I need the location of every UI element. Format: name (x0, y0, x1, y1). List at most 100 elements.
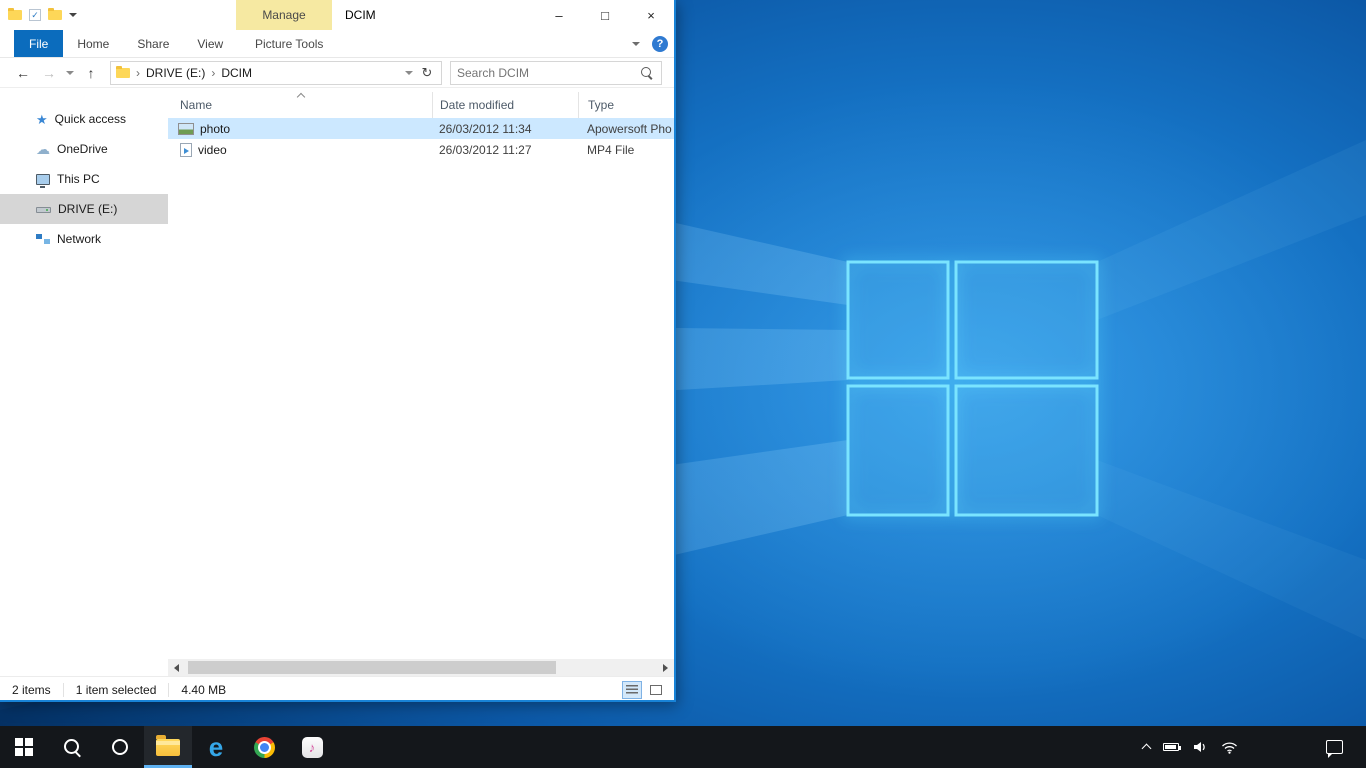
search-icon (62, 737, 82, 757)
battery-icon[interactable] (1163, 743, 1179, 751)
column-header-date-modified[interactable]: Date modified (432, 92, 578, 118)
properties-button[interactable]: ✓ (29, 9, 41, 21)
up-button[interactable]: ↑ (78, 65, 104, 81)
tab-home[interactable]: Home (63, 30, 123, 57)
selection-size: 4.40 MB (169, 683, 238, 697)
action-center-button[interactable] (1314, 726, 1354, 768)
sidebar-item-label: Network (57, 232, 101, 246)
sidebar-item-quick-access[interactable]: ★ Quick access (0, 104, 168, 134)
file-list-empty-area[interactable] (168, 160, 674, 659)
sidebar-item-label: This PC (57, 172, 100, 186)
file-list: Name Date modified Type photo 26/03/2012… (168, 88, 674, 676)
window-title: DCIM (345, 0, 376, 30)
sidebar-item-this-pc[interactable]: This PC (0, 164, 168, 194)
drive-icon (36, 207, 51, 213)
breadcrumb-drive[interactable]: DRIVE (E:) (146, 66, 205, 80)
search-icon (639, 65, 655, 81)
file-type: MP4 File (578, 143, 674, 157)
file-row-video[interactable]: video 26/03/2012 11:27 MP4 File (168, 139, 674, 160)
chrome-icon (254, 737, 275, 758)
large-icons-view-icon (650, 685, 662, 695)
cortana-button[interactable] (96, 726, 144, 768)
refresh-button[interactable]: ↻ (417, 65, 437, 81)
taskbar-search-button[interactable] (48, 726, 96, 768)
file-explorer-window: ✓ Manage DCIM – □ × File Home Share View… (0, 0, 676, 702)
sidebar-item-label: DRIVE (E:) (58, 202, 117, 216)
file-row-photo[interactable]: photo 26/03/2012 11:34 Apowersoft Pho (168, 118, 674, 139)
location-folder-icon (116, 68, 130, 78)
quick-access-toolbar: ✓ (8, 9, 77, 21)
breadcrumb-separator: › (211, 66, 215, 80)
status-bar: 2 items 1 item selected 4.40 MB (0, 676, 674, 702)
start-button[interactable] (0, 726, 48, 768)
address-dropdown-chevron-icon[interactable] (405, 71, 413, 75)
address-toolbar: ← → ↑ › DRIVE (E:) › DCIM ↻ (0, 58, 674, 88)
taskbar-file-explorer-button[interactable] (144, 726, 192, 768)
scrollbar-thumb[interactable] (188, 661, 556, 674)
new-folder-button[interactable] (48, 10, 62, 20)
caption-buttons: – □ × (536, 0, 674, 30)
selection-status: 1 item selected (64, 683, 170, 697)
details-view-button[interactable] (622, 681, 642, 699)
items-count: 2 items (10, 683, 64, 697)
titlebar[interactable]: ✓ Manage DCIM – □ × (0, 0, 674, 30)
search-box (450, 61, 662, 85)
sidebar-item-drive-e[interactable]: DRIVE (E:) (0, 194, 168, 224)
help-button[interactable]: ? (652, 36, 668, 52)
column-header-type[interactable]: Type (578, 92, 674, 118)
file-name: photo (200, 122, 230, 136)
sidebar-item-onedrive[interactable]: ☁ OneDrive (0, 134, 168, 164)
cortana-icon (112, 739, 128, 755)
desktop: ✓ Manage DCIM – □ × File Home Share View… (0, 0, 1366, 768)
taskbar-edge-button[interactable]: e (192, 726, 240, 768)
network-wifi-icon[interactable] (1221, 739, 1238, 755)
windows-logo-icon (15, 738, 33, 756)
edge-icon: e (209, 734, 223, 760)
tab-picture-tools[interactable]: Picture Tools (241, 30, 337, 57)
breadcrumb-separator: › (136, 66, 140, 80)
maximize-button[interactable]: □ (582, 0, 628, 30)
customize-quick-access-chevron-icon[interactable] (69, 13, 77, 17)
folder-icon (156, 739, 180, 756)
minimize-ribbon-chevron-icon[interactable] (632, 42, 640, 46)
video-file-icon (180, 143, 192, 157)
network-icon (36, 234, 50, 244)
sidebar-item-label: Quick access (55, 112, 126, 126)
itunes-icon: ♪ (302, 737, 323, 758)
tab-file[interactable]: File (14, 30, 63, 57)
scroll-right-button[interactable] (657, 659, 674, 676)
forward-button[interactable]: → (36, 65, 62, 81)
tab-view[interactable]: View (183, 30, 237, 57)
details-view-icon (626, 685, 638, 695)
close-button[interactable]: × (628, 0, 674, 30)
sidebar-item-network[interactable]: Network (0, 224, 168, 254)
explorer-app-icon (8, 10, 22, 20)
contextual-group-manage[interactable]: Manage (236, 0, 332, 30)
star-icon: ★ (36, 113, 48, 126)
volume-icon[interactable] (1192, 739, 1208, 755)
minimize-button[interactable]: – (536, 0, 582, 30)
recent-locations-chevron-icon[interactable] (66, 71, 74, 75)
search-input[interactable] (451, 66, 639, 80)
file-date-modified: 26/03/2012 11:34 (432, 122, 578, 136)
horizontal-scrollbar[interactable] (168, 659, 674, 676)
navigation-pane: ★ Quick access ☁ OneDrive This PC DRIVE … (0, 88, 168, 676)
file-date-modified: 26/03/2012 11:27 (432, 143, 578, 157)
sidebar-item-label: OneDrive (57, 142, 108, 156)
tab-share[interactable]: Share (123, 30, 183, 57)
taskbar-chrome-button[interactable] (240, 726, 288, 768)
address-bar[interactable]: › DRIVE (E:) › DCIM ↻ (110, 61, 442, 85)
file-name: video (198, 143, 227, 157)
column-headers: Name Date modified Type (168, 92, 674, 118)
hidden-icons-chevron-icon[interactable] (1142, 744, 1152, 754)
scroll-left-button[interactable] (168, 659, 185, 676)
back-button[interactable]: ← (10, 65, 36, 81)
file-type: Apowersoft Pho (578, 122, 674, 136)
ribbon-tab-bar: File Home Share View Picture Tools ? (0, 30, 674, 58)
photo-file-icon (178, 123, 194, 135)
taskbar-itunes-button[interactable]: ♪ (288, 726, 336, 768)
system-tray (1143, 726, 1238, 768)
taskbar: e ♪ (0, 726, 1366, 768)
breadcrumb-dcim[interactable]: DCIM (221, 66, 252, 80)
large-icons-view-button[interactable] (646, 681, 666, 699)
